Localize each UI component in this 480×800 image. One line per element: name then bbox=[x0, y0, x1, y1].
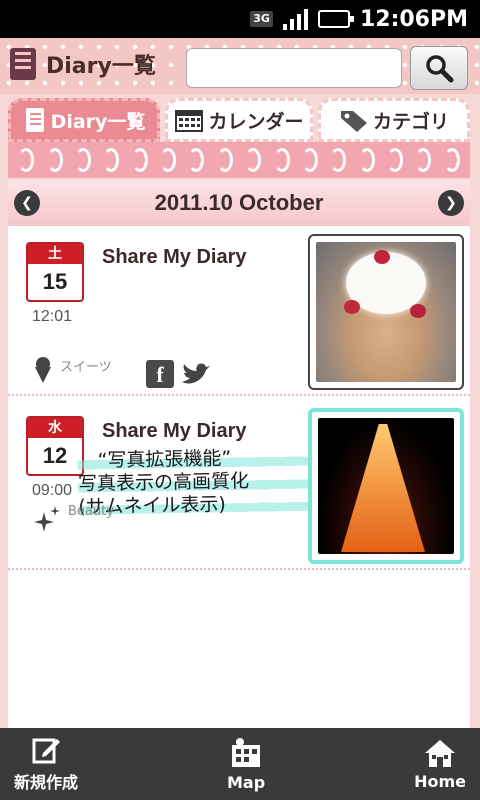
category-label: Beauty bbox=[68, 504, 114, 519]
notebook-icon bbox=[25, 108, 44, 132]
map-icon bbox=[232, 737, 261, 767]
search-button[interactable] bbox=[410, 46, 468, 90]
binder-rings bbox=[8, 142, 470, 178]
entry-category: スイーツ bbox=[32, 356, 112, 384]
ice-cream-icon bbox=[35, 357, 51, 383]
entry-photo-thumbnail[interactable] bbox=[308, 408, 464, 564]
entry-photo-thumbnail[interactable] bbox=[308, 234, 464, 390]
sparkle-icon bbox=[34, 506, 60, 532]
bottom-toolbar: 新規作成 Map Home bbox=[0, 728, 480, 800]
new-entry-label: 新規作成 bbox=[14, 773, 79, 792]
entry-title: Share My Diary bbox=[102, 246, 247, 268]
entry-time: 12:01 bbox=[32, 308, 73, 325]
category-label: スイーツ bbox=[60, 360, 112, 375]
tab-calendar[interactable]: カレンダー bbox=[165, 98, 313, 142]
tab-diary-list[interactable]: Diary一覧 bbox=[8, 98, 160, 142]
entry-weekday: 水 bbox=[28, 418, 82, 438]
status-time: 12:06PM bbox=[359, 6, 468, 32]
battery-icon bbox=[317, 10, 354, 28]
diary-entry[interactable]: 土 15 12:01 Share My Diary スイーツ f bbox=[8, 226, 470, 396]
diary-list: 土 15 12:01 Share My Diary スイーツ f 水 12 09… bbox=[8, 226, 470, 728]
home-label: Home bbox=[414, 771, 466, 791]
calendar-icon bbox=[175, 110, 204, 132]
new-entry-button[interactable]: 新規作成 bbox=[14, 735, 78, 793]
status-bar: 3G 12:06PM bbox=[0, 0, 480, 38]
facebook-icon: f bbox=[146, 360, 174, 388]
pancake-photo bbox=[316, 242, 456, 382]
home-icon bbox=[425, 739, 456, 767]
tag-icon bbox=[340, 111, 367, 132]
chevron-right-icon: ❯ bbox=[445, 195, 457, 211]
entry-time: 09:00 bbox=[32, 482, 73, 499]
tab-label: Diary一覧 bbox=[50, 110, 146, 133]
tab-category[interactable]: カテゴリ bbox=[318, 98, 470, 142]
map-button[interactable]: Map bbox=[227, 737, 265, 792]
entry-category: Beauty bbox=[32, 504, 114, 536]
month-navigation: ❮ 2011.10 October ❯ bbox=[8, 180, 470, 226]
map-label: Map bbox=[226, 772, 266, 792]
tab-label: カテゴリ bbox=[372, 110, 449, 133]
entry-title: Share My Diary bbox=[102, 420, 247, 442]
twitter-icon bbox=[182, 363, 210, 384]
month-label: 2011.10 October bbox=[154, 190, 324, 215]
entry-weekday: 土 bbox=[28, 244, 82, 264]
search-input[interactable] bbox=[186, 48, 402, 88]
date-badge: 水 12 bbox=[26, 416, 84, 476]
entry-day: 12 bbox=[42, 443, 68, 468]
entry-day: 15 bbox=[42, 269, 68, 294]
chevron-left-icon: ❮ bbox=[21, 195, 33, 211]
previous-month-button[interactable]: ❮ bbox=[14, 190, 40, 216]
search-icon bbox=[426, 55, 454, 83]
compose-icon bbox=[32, 738, 60, 764]
share-icons: f bbox=[146, 360, 212, 388]
signal-icon bbox=[282, 8, 308, 30]
tab-label: カレンダー bbox=[208, 110, 304, 133]
home-button[interactable]: Home bbox=[414, 738, 466, 791]
tab-bar: Diary一覧 カレンダー カテゴリ bbox=[0, 96, 480, 142]
network-indicator: 3G bbox=[250, 10, 273, 28]
diary-entry[interactable]: 水 12 09:00 Share My Diary “写真拡張機能” 写真表示の… bbox=[8, 400, 470, 570]
app-title: Diary一覧 bbox=[10, 48, 156, 80]
tokyo-tower-photo bbox=[318, 418, 454, 554]
date-badge: 土 15 bbox=[26, 242, 84, 302]
next-month-button[interactable]: ❯ bbox=[438, 190, 464, 216]
app-header: Diary一覧 bbox=[0, 38, 480, 94]
page-title: Diary一覧 bbox=[46, 54, 156, 79]
diary-book-icon bbox=[10, 48, 36, 80]
